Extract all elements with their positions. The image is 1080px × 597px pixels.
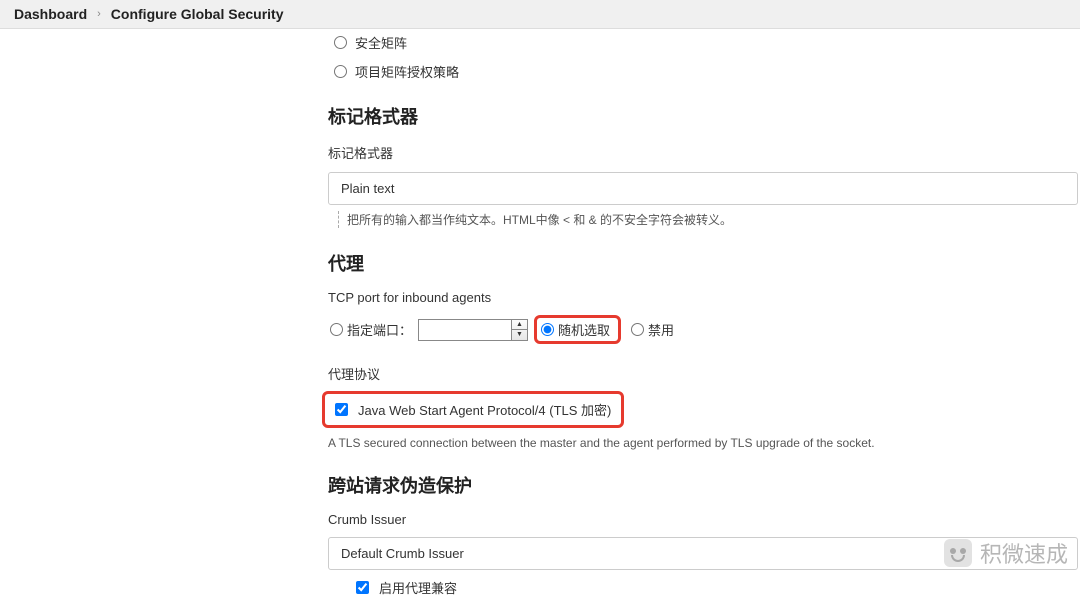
agent-protocol-label: 代理协议 <box>328 364 1060 383</box>
radio-fixed-port[interactable] <box>330 323 343 336</box>
checkbox-label: Java Web Start Agent Protocol/4 (TLS 加密) <box>358 400 611 419</box>
radio-label: 禁用 <box>648 320 674 339</box>
spinner-down-icon[interactable]: ▼ <box>512 330 527 340</box>
radio-label: 指定端口： <box>347 320 412 339</box>
watermark-text: 积微速成 <box>980 537 1068 569</box>
crumb-issuer-label: Crumb Issuer <box>328 512 1060 527</box>
proxy-compat-row[interactable]: 启用代理兼容 <box>356 578 1060 597</box>
checkbox-jnlp4[interactable] <box>335 403 348 416</box>
radio-random-port[interactable] <box>541 323 554 336</box>
checkbox-proxy-compat[interactable] <box>356 581 369 594</box>
radio-project-matrix[interactable] <box>334 65 347 78</box>
watermark: 积微速成 <box>944 537 1068 569</box>
radio-label: 随机选取 <box>558 320 610 339</box>
section-title-csrf: 跨站请求伪造保护 <box>328 472 1060 498</box>
spinner-up-icon[interactable]: ▲ <box>512 320 527 331</box>
fixed-port-input[interactable] <box>419 320 511 340</box>
authz-option-safe-matrix[interactable]: 安全矩阵 <box>334 33 1060 52</box>
tls-note: A TLS secured connection between the mas… <box>328 436 1060 450</box>
radio-label: 安全矩阵 <box>355 33 407 52</box>
checkbox-label: 启用代理兼容 <box>379 578 457 597</box>
tcp-port-row: 指定端口： ▲ ▼ 随机选取 禁用 <box>330 315 1060 344</box>
breadcrumb-sep: › <box>97 8 101 20</box>
section-title-agent: 代理 <box>328 250 1060 276</box>
spinner-buttons[interactable]: ▲ ▼ <box>511 320 527 340</box>
main-content: 安全矩阵 项目矩阵授权策略 标记格式器 标记格式器 Plain text 把所有… <box>0 29 1080 597</box>
tcp-port-disabled-option[interactable]: 禁用 <box>631 320 674 339</box>
highlight-protocol: Java Web Start Agent Protocol/4 (TLS 加密) <box>322 391 624 428</box>
markup-hint: 把所有的输入都当作纯文本。HTML中像 < 和 & 的不安全字符会被转义。 <box>338 211 1060 228</box>
authz-option-project-matrix[interactable]: 项目矩阵授权策略 <box>334 62 1060 81</box>
breadcrumb: Dashboard › Configure Global Security <box>0 0 1080 29</box>
tcp-port-fixed-option[interactable]: 指定端口： <box>330 320 412 339</box>
highlight-random: 随机选取 <box>534 315 621 344</box>
tcp-port-label: TCP port for inbound agents <box>328 290 1060 305</box>
wechat-icon <box>944 539 972 567</box>
markup-label: 标记格式器 <box>328 143 1060 162</box>
breadcrumb-page[interactable]: Configure Global Security <box>111 6 284 22</box>
section-title-markup: 标记格式器 <box>328 103 1060 129</box>
radio-disabled-port[interactable] <box>631 323 644 336</box>
radio-safe-matrix[interactable] <box>334 36 347 49</box>
markup-select[interactable]: Plain text <box>328 172 1078 205</box>
breadcrumb-dashboard[interactable]: Dashboard <box>14 6 87 22</box>
radio-label: 项目矩阵授权策略 <box>355 62 459 81</box>
fixed-port-spinner[interactable]: ▲ ▼ <box>418 319 528 341</box>
